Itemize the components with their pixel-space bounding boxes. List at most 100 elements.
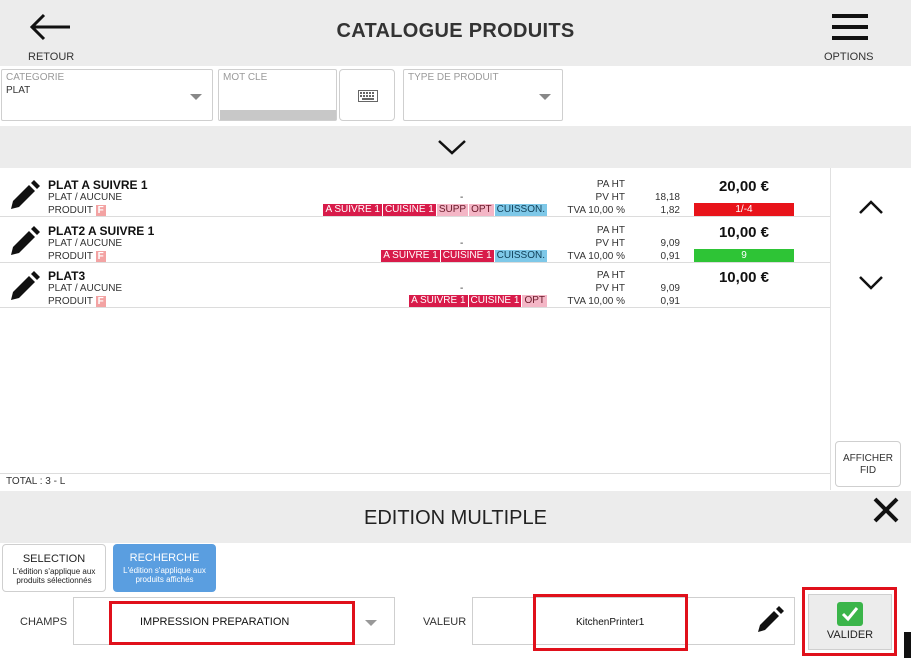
search-mode-desc: L'édition s'applique aux produits affich…	[123, 566, 206, 584]
product-category: PLAT / AUCUNE	[48, 192, 123, 203]
tva-value: 0,91	[660, 296, 680, 307]
pa-value	[640, 224, 680, 237]
pa-label: PA HT	[596, 179, 625, 190]
selection-mode-button[interactable]: SELECTION L'édition s'applique aux produ…	[2, 544, 106, 592]
product-price: 10,00 €	[718, 269, 770, 286]
chevron-down-icon	[539, 94, 551, 100]
product-row[interactable]: PLAT3 PLAT / AUCUNE PRODUIT F -A SUIVRE 1 CU…	[0, 263, 830, 308]
pencil-icon[interactable]	[8, 224, 42, 258]
price-values: 9,09 0,91	[640, 224, 680, 263]
show-fid-button[interactable]: AFFICHER FID	[835, 441, 901, 487]
options-label: OPTIONS	[824, 51, 874, 63]
product-name: PLAT2 A SUIVRE 1	[48, 224, 155, 238]
chevron-down-icon	[365, 620, 377, 626]
category-caption: CATEGORIE	[6, 72, 65, 83]
scroll-down-button[interactable]	[857, 274, 885, 292]
search-mode-title: RECHERCHE	[129, 552, 200, 564]
pa-label: PA HT	[596, 270, 625, 281]
keyboard-icon	[358, 90, 378, 102]
pv-label: PV HT	[595, 238, 625, 249]
pa-value	[640, 269, 680, 282]
product-flag: F	[95, 296, 106, 307]
price-labels: PA HT PV HT TVA 10,00 %	[565, 178, 625, 217]
price-labels: PA HT PV HT TVA 10,00 %	[565, 269, 625, 308]
options-button[interactable]: OPTIONS	[818, 6, 888, 64]
price-labels: PA HT PV HT TVA 10,00 %	[565, 224, 625, 263]
stock-badge: 9	[694, 249, 794, 262]
edition-title: EDITION MULTIPLE	[364, 507, 547, 529]
product-row[interactable]: PLAT A SUIVRE 1 PLAT / AUCUNE PRODUIT F-A …	[0, 172, 830, 217]
stock-badge: 1/-4	[694, 203, 794, 216]
chevron-down-icon	[438, 140, 466, 155]
product-dash: -	[460, 192, 464, 203]
pencil-icon[interactable]	[752, 604, 786, 638]
close-icon[interactable]	[870, 494, 902, 526]
pencil-icon[interactable]	[8, 178, 42, 212]
tva-value: 0,91	[660, 251, 680, 262]
keyword-caption: MOT CLE	[223, 72, 268, 83]
tva-label: TVA 10,00 %	[567, 296, 625, 307]
tva-value: 1,82	[660, 205, 680, 216]
product-type-label: PRODUIT	[48, 205, 93, 216]
product-price: 10,00 €	[718, 224, 770, 241]
product-tags: A SUIVRE 1 CUISINE 1 OPT	[409, 295, 547, 307]
validate-highlight-box	[802, 587, 897, 656]
value-label: VALEUR	[423, 616, 467, 628]
product-tag: A SUIVRE 1	[381, 250, 440, 262]
chevron-down-icon	[190, 94, 202, 100]
scroll-up-button[interactable]	[857, 198, 885, 216]
product-type: PRODUIT F	[48, 251, 106, 262]
field-label: CHAMPS	[20, 616, 68, 628]
product-tags: A SUIVRE 1 CUISINE 1 SUPP OPT CUISSON.	[323, 204, 547, 216]
pv-label: PV HT	[595, 283, 625, 294]
product-name: PLAT3	[48, 269, 86, 283]
product-type: PRODUIT F	[48, 296, 106, 307]
product-tags: A SUIVRE 1 CUISINE 1 CUISSON.	[381, 250, 547, 262]
product-tag: OPT	[522, 295, 547, 307]
selection-title: SELECTION	[22, 553, 86, 565]
field-highlight-box	[109, 601, 355, 645]
product-type-caption: TYPE DE PRODUIT	[408, 72, 499, 83]
product-category: PLAT / AUCUNE	[48, 238, 123, 249]
keyboard-button[interactable]	[339, 69, 395, 121]
product-type: PRODUIT F	[48, 205, 106, 216]
product-price: 20,00 €	[718, 178, 770, 195]
product-type-label: PRODUIT	[48, 251, 93, 262]
price-values: 18,18 1,82	[640, 178, 680, 217]
tva-label: TVA 10,00 %	[567, 251, 625, 262]
pv-value: 9,09	[660, 283, 680, 294]
pa-value	[640, 178, 680, 191]
product-tag: A SUIVRE 1	[323, 204, 382, 216]
pa-label: PA HT	[596, 225, 625, 236]
product-tag: OPT	[469, 204, 494, 216]
product-flag: F	[95, 251, 106, 262]
product-tag: CUISSON.	[494, 204, 547, 216]
product-dash: -	[460, 238, 464, 249]
page-title: CATALOGUE PRODUITS	[336, 20, 575, 42]
product-tag: SUPP	[436, 204, 469, 216]
price-values: 9,09 0,91	[640, 269, 680, 308]
product-type-select[interactable]: TYPE DE PRODUIT	[403, 69, 563, 121]
pv-value: 18,18	[654, 192, 680, 203]
product-tag: CUISINE 1	[382, 204, 436, 216]
product-dash: -	[460, 283, 464, 294]
product-tag: CUISINE 1	[468, 295, 522, 307]
keyword-underline	[220, 110, 336, 120]
product-tag: CUISINE 1	[440, 250, 494, 262]
menu-icon	[832, 14, 868, 40]
product-row[interactable]: PLAT2 A SUIVRE 1 PLAT / AUCUNE PRODUIT F-A…	[0, 218, 830, 263]
pencil-icon[interactable]	[8, 269, 42, 303]
list-total: TOTAL : 3 - L	[6, 476, 66, 487]
product-category: PLAT / AUCUNE	[48, 283, 123, 294]
category-select[interactable]: CATEGORIE PLAT	[1, 69, 213, 121]
product-tag: CUISSON.	[494, 250, 547, 262]
expand-filters-button[interactable]	[0, 126, 911, 168]
pv-label: PV HT	[595, 192, 625, 203]
product-tag: A SUIVRE 1	[409, 295, 468, 307]
product-flag: F	[95, 205, 106, 216]
category-value: PLAT	[6, 85, 31, 96]
product-name: PLAT A SUIVRE 1	[48, 178, 148, 192]
back-label: RETOUR	[28, 51, 75, 63]
search-mode-button[interactable]: RECHERCHE L'édition s'applique aux produ…	[113, 544, 216, 592]
product-type-label: PRODUIT	[48, 296, 93, 307]
